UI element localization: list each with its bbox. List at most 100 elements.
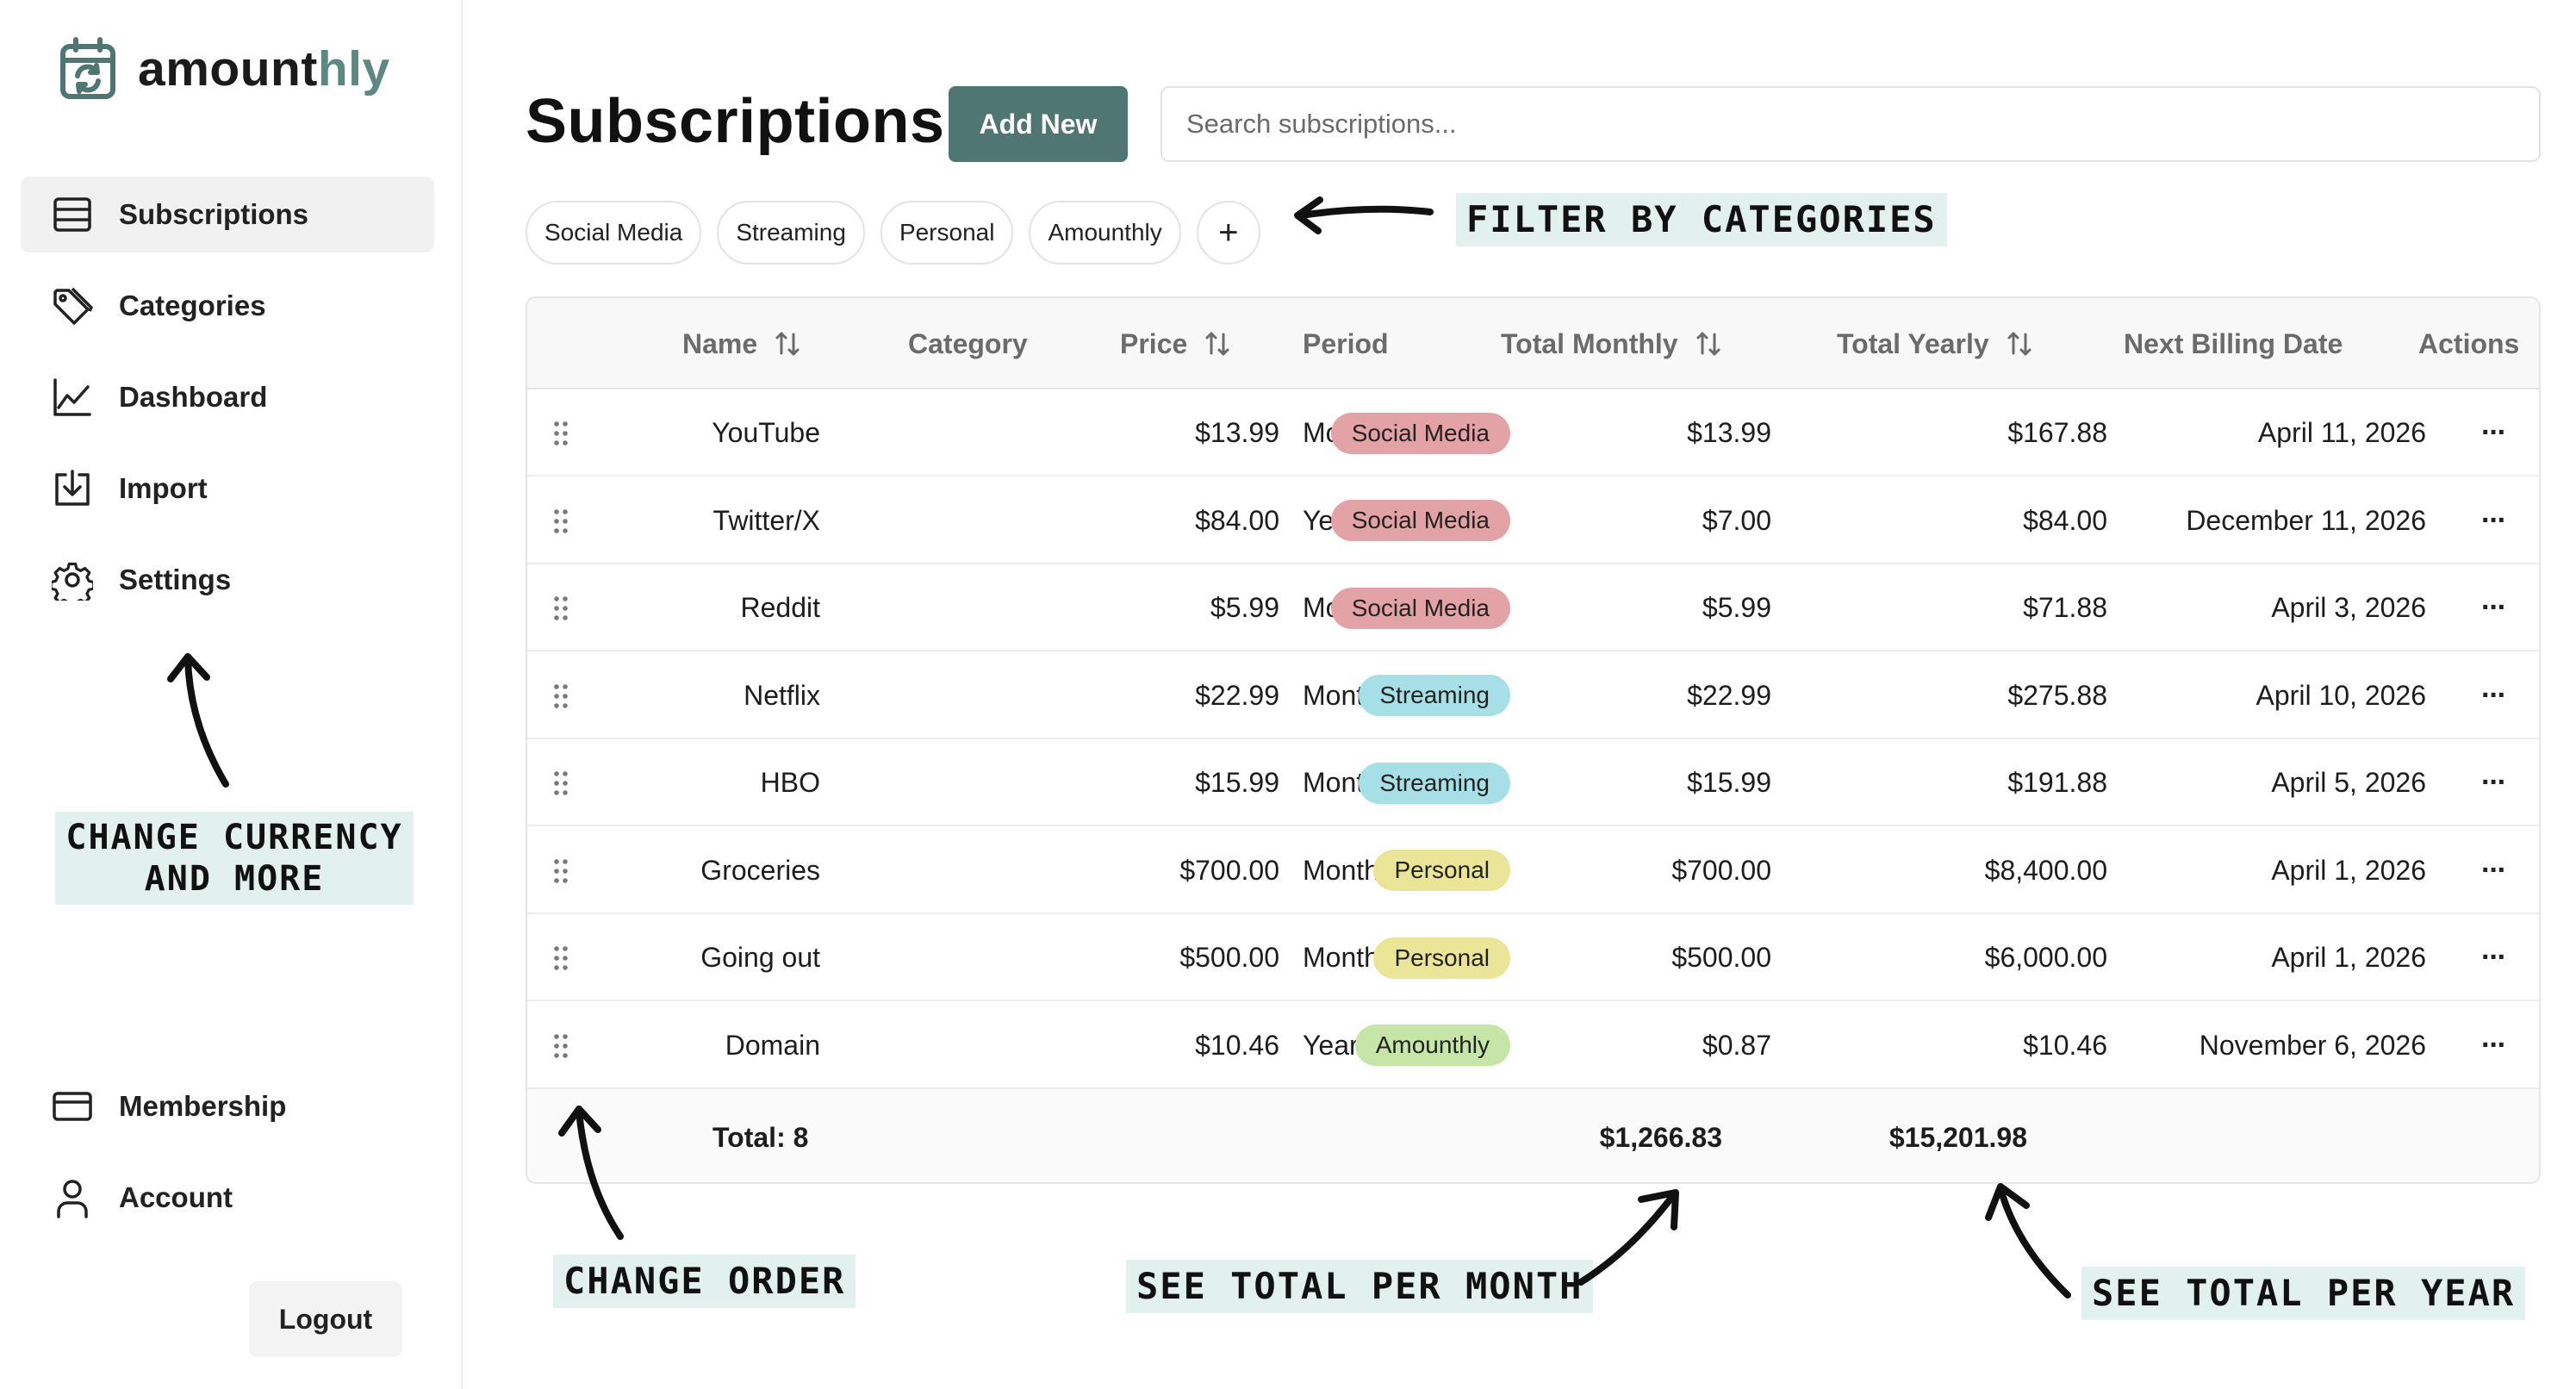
annotation-currency: Change currency and more	[55, 812, 414, 905]
cell-category: Social Media	[1330, 389, 1510, 476]
cell-category: Social Media	[1330, 477, 1510, 564]
drag-handle-icon[interactable]	[553, 683, 569, 709]
drag-handle-icon[interactable]	[553, 1033, 569, 1059]
cell-total-monthly: $700.00	[1671, 854, 1771, 886]
sidebar-item-label: Subscriptions	[119, 198, 309, 230]
account-nav: Membership Account	[21, 1068, 434, 1251]
table-row[interactable]: Twitter/X$84.00Yearly$7.00$84.00December…	[527, 477, 2539, 564]
annotation-month: See total per month	[1126, 1260, 1594, 1314]
row-actions-button[interactable]: ···	[2481, 564, 2507, 651]
cell-next-billing: April 5, 2026	[2271, 767, 2426, 798]
add-filter-button[interactable]: +	[1196, 201, 1260, 265]
table-row[interactable]: Reddit$5.99Monthly$5.99$71.88April 3, 20…	[527, 564, 2539, 651]
filter-chip-amounthly[interactable]: Amounthly	[1029, 201, 1181, 265]
drag-handle-icon[interactable]	[553, 945, 569, 971]
cell-price: $500.00	[1179, 942, 1279, 973]
drag-handle-icon[interactable]	[553, 858, 569, 884]
cell-price: $10.46	[1195, 1029, 1279, 1061]
sidebar-item-subscriptions[interactable]: Subscriptions	[21, 177, 434, 252]
table-row[interactable]: HBO $15.99 Monthly $15.99 $191.88 April 5, 20…	[527, 739, 2539, 826]
annotation-filter: Filter by categories	[1456, 193, 1947, 247]
table-row[interactable]: Groceries $700.00 Monthly $700.00 $8,400.00 A…	[527, 827, 2539, 914]
sidebar-item-import[interactable]: Import	[21, 451, 434, 526]
cell-total-monthly: $13.99	[1687, 417, 1771, 448]
cell-total-yearly: $84.00	[2023, 504, 2107, 536]
category-badge[interactable]: Personal	[1373, 937, 1510, 979]
calendar-refresh-icon	[60, 37, 115, 99]
row-actions-button[interactable]: ···	[2481, 914, 2507, 1001]
table-row[interactable]: Domain $10.46 Yearly $0.87 $10.46 November 6,…	[527, 1002, 2539, 1089]
drag-handle-icon[interactable]	[553, 508, 569, 534]
column-header-price[interactable]: Price	[1120, 298, 1232, 389]
table-row[interactable]: Netflix $22.99 Monthly $22.99 $275.88 April 1…	[527, 652, 2539, 739]
row-actions-button[interactable]: ···	[2481, 1002, 2507, 1089]
table-row[interactable]: YouTube$13.99Monthly$13.99$167.88April 1…	[527, 389, 2539, 476]
cell-total-yearly: $71.88	[2023, 592, 2107, 623]
arrow-up-icon	[167, 653, 229, 788]
drag-handle-icon[interactable]	[553, 595, 569, 621]
cell-next-billing: November 6, 2026	[2199, 1029, 2426, 1061]
column-header-category: Category	[908, 327, 1028, 359]
column-header-next-billing: Next Billing Date	[2124, 327, 2343, 359]
drag-handle-icon[interactable]	[553, 770, 569, 796]
search-input[interactable]	[1160, 86, 2541, 162]
cell-name: Groceries	[700, 854, 820, 886]
sidebar-item-membership[interactable]: Membership	[21, 1068, 434, 1144]
category-badge[interactable]: Streaming	[1359, 762, 1510, 804]
tag-icon	[53, 287, 93, 325]
cell-total-monthly: $7.00	[1702, 504, 1771, 536]
column-header-total-monthly[interactable]: Total Monthly	[1501, 298, 1723, 389]
sort-icon	[1205, 332, 1229, 356]
cell-price: $5.99	[1210, 592, 1279, 623]
total-yearly-sum: $15,201.98	[1888, 1121, 2027, 1153]
category-badge[interactable]: Social Media	[1330, 412, 1510, 454]
sidebar-item-categories[interactable]: Categories	[21, 268, 434, 344]
row-actions-button[interactable]: ···	[2481, 827, 2507, 914]
arrow-up-right-icon	[1577, 1189, 1679, 1286]
filter-chip-personal[interactable]: Personal	[880, 201, 1014, 265]
drag-handle-icon[interactable]	[553, 420, 569, 446]
category-badge[interactable]: Social Media	[1330, 587, 1510, 629]
brand-name: amounthly	[138, 41, 390, 97]
cell-category: Streaming	[1359, 739, 1510, 826]
cell-name: Going out	[700, 942, 820, 973]
category-badge[interactable]: Amounthly	[1354, 1025, 1510, 1066]
row-actions-button[interactable]: ···	[2481, 389, 2507, 476]
cell-category: Amounthly	[1354, 1002, 1510, 1089]
sort-icon	[775, 332, 800, 356]
cell-category: Streaming	[1359, 652, 1510, 739]
cell-next-billing: April 11, 2026	[2257, 417, 2426, 448]
card-icon	[53, 1092, 92, 1121]
logout-button[interactable]: Logout	[249, 1281, 402, 1357]
cell-total-yearly: $167.88	[2007, 417, 2107, 448]
sort-icon	[1696, 332, 1720, 356]
add-new-button[interactable]: Add New	[949, 86, 1128, 162]
category-badge[interactable]: Personal	[1373, 850, 1510, 891]
user-icon	[57, 1180, 88, 1218]
brand-logo[interactable]: amounthly	[59, 34, 390, 103]
category-badge[interactable]: Social Media	[1330, 500, 1510, 541]
filter-chip-streaming[interactable]: Streaming	[717, 201, 865, 265]
table-row[interactable]: Going out $500.00 Monthly $500.00 $6,000.00 A…	[527, 914, 2539, 1001]
sidebar-item-account[interactable]: Account	[21, 1160, 434, 1236]
row-actions-button[interactable]: ···	[2481, 739, 2507, 826]
cell-next-billing: December 11, 2026	[2186, 504, 2426, 536]
import-icon	[55, 470, 90, 506]
column-header-total-yearly[interactable]: Total Yearly	[1837, 298, 2034, 389]
table-icon	[53, 197, 91, 232]
sidebar-item-settings[interactable]: Settings	[21, 542, 434, 618]
row-actions-button[interactable]: ···	[2481, 652, 2507, 739]
page-title: Subscriptions	[526, 87, 945, 156]
cell-price: $15.99	[1195, 767, 1279, 798]
filter-chip-social-media[interactable]: Social Media	[526, 201, 702, 265]
cell-name: HBO	[760, 767, 820, 798]
sidebar-item-label: Membership	[119, 1090, 287, 1122]
cell-next-billing: April 3, 2026	[2271, 592, 2426, 623]
row-actions-button[interactable]: ···	[2481, 477, 2507, 564]
sidebar-item-label: Settings	[119, 564, 232, 595]
cell-name: YouTube	[712, 417, 820, 448]
cell-price: $84.00	[1195, 504, 1279, 536]
column-header-name[interactable]: Name	[682, 298, 802, 389]
category-badge[interactable]: Streaming	[1359, 675, 1510, 716]
sidebar-item-dashboard[interactable]: Dashboard	[21, 359, 434, 435]
